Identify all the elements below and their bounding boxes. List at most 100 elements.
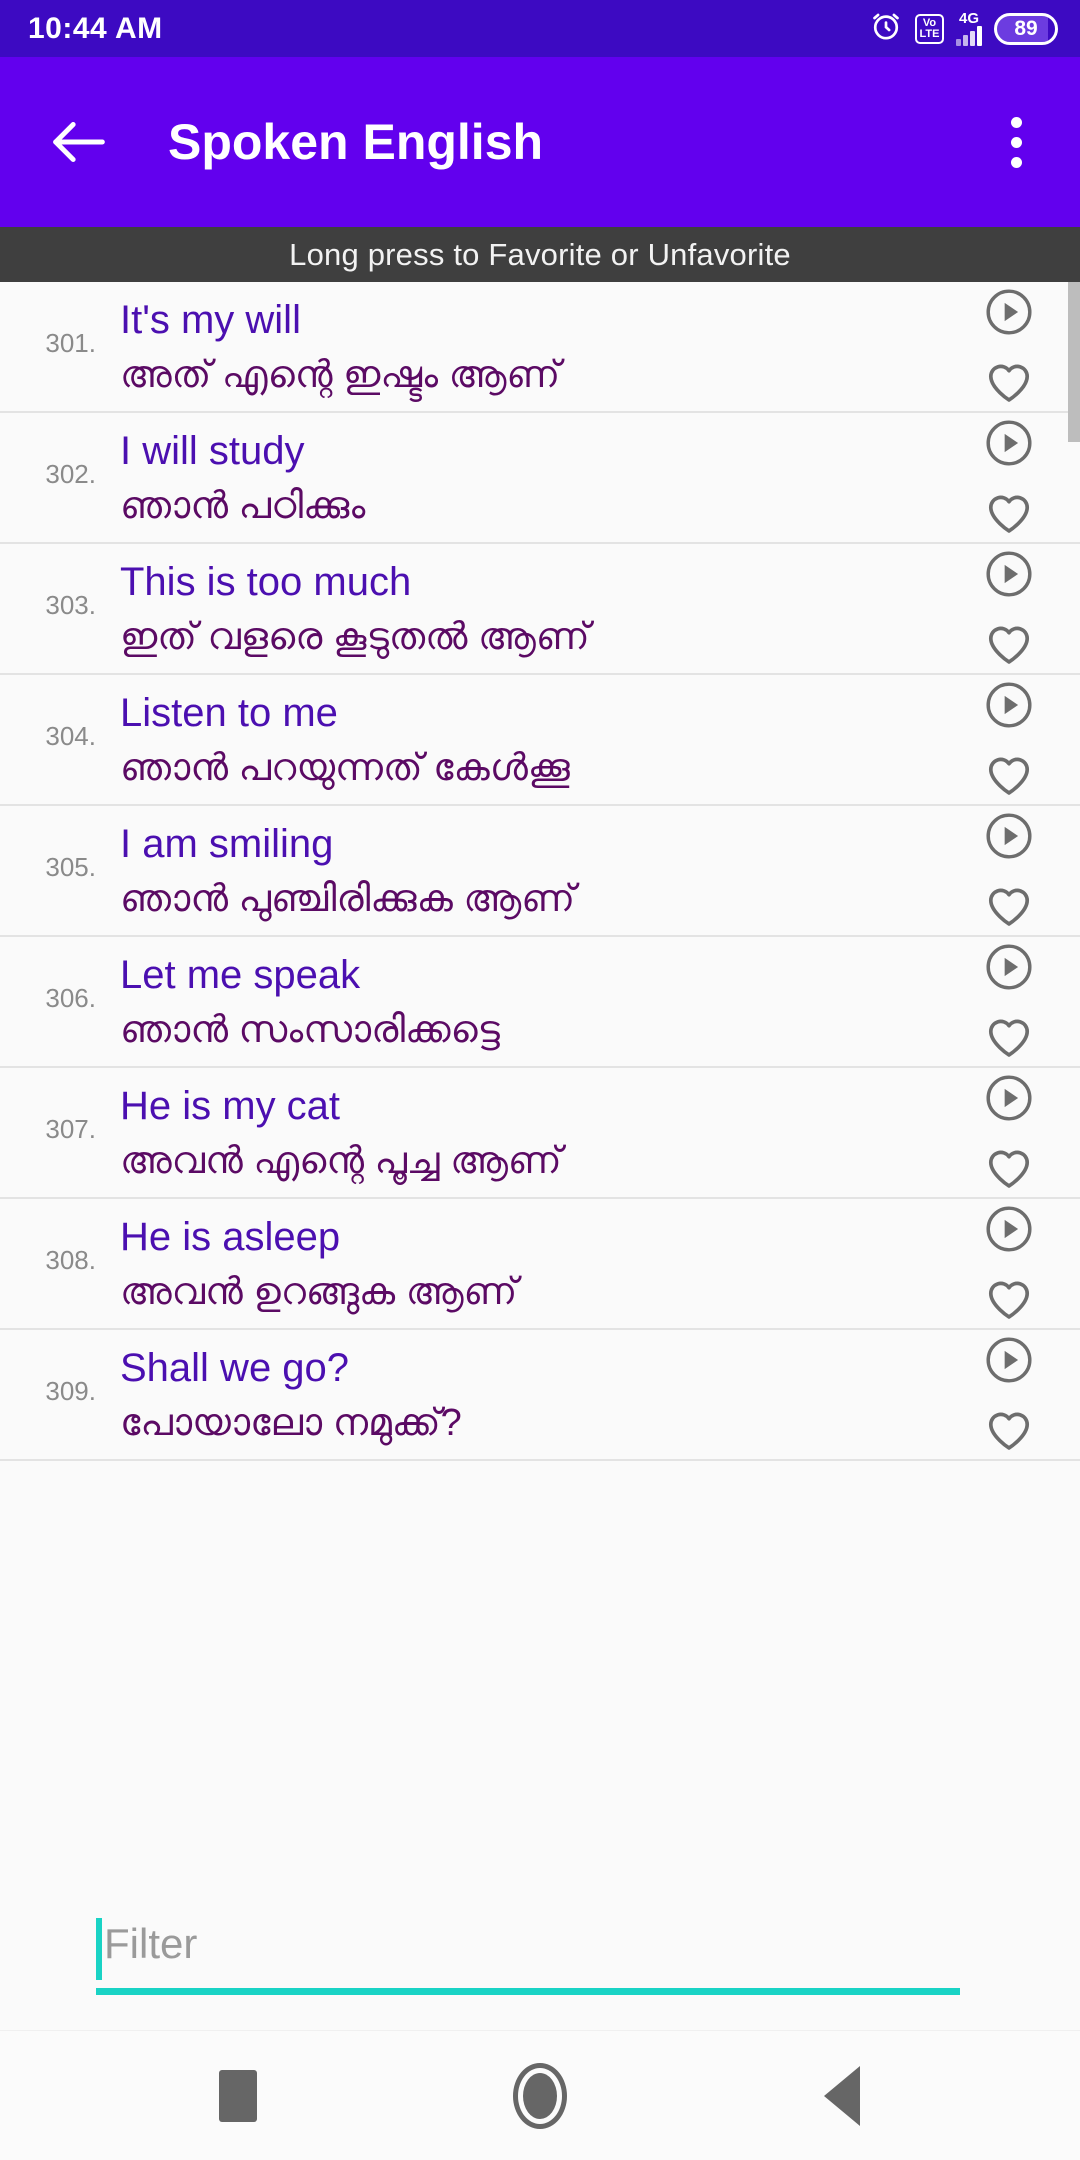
filter-area: Filter xyxy=(0,1880,1080,2030)
row-english: He is my cat xyxy=(120,1083,341,1128)
battery-icon: 89 xyxy=(994,12,1058,45)
row-malayalam: ഇത് വളരെ കൂടുതൽ ആണ് xyxy=(120,615,590,658)
row-english: Shall we go? xyxy=(120,1345,350,1390)
row-texts: He is asleep അവൻ ഉറങ്ങുക ആണ് xyxy=(96,1199,954,1328)
row-english: He is asleep xyxy=(120,1214,341,1259)
row-malayalam: അവൻ എന്റെ പൂച്ച ആണ് xyxy=(120,1139,562,1182)
row-texts: Let me speak ഞാൻ സംസാരിക്കട്ടെ xyxy=(96,937,954,1066)
row-malayalam: ഞാൻ പഠിക്കും xyxy=(120,484,366,527)
row-texts: Listen to me ഞാൻ പറയുന്നത് കേൾക്കൂ xyxy=(96,675,954,804)
row-english: This is too much xyxy=(120,559,412,604)
row-malayalam: ഞാൻ പുഞ്ചിരിക്കുക ആണ് xyxy=(120,877,576,920)
row-actions xyxy=(954,1068,1080,1197)
row-actions xyxy=(954,1199,1080,1328)
alarm-icon xyxy=(869,9,903,48)
row-texts: I am smiling ഞാൻ പുഞ്ചിരിക്കുക ആണ് xyxy=(96,806,954,935)
row-actions xyxy=(954,1330,1080,1459)
row-actions xyxy=(954,282,1080,411)
row-number: 307. xyxy=(45,1114,96,1144)
row-malayalam: ഞാൻ സംസാരിക്കട്ടെ xyxy=(120,1008,500,1051)
play-circle-icon[interactable] xyxy=(983,1203,1035,1255)
row-actions xyxy=(954,544,1080,673)
volte-bottom-label: LTE xyxy=(919,27,940,40)
list-scrollbar[interactable] xyxy=(1068,282,1080,442)
hint-bar: Long press to Favorite or Unfavorite xyxy=(0,227,1080,282)
recents-button[interactable] xyxy=(198,2056,278,2136)
phone-screen: 10:44 AM Vo LTE 4G 89 Spoken English Lon… xyxy=(0,0,1080,2160)
volte-icon: Vo LTE xyxy=(915,13,944,44)
heart-outline-icon[interactable] xyxy=(983,356,1035,408)
filter-underline xyxy=(96,1987,960,1995)
row-texts: He is my cat അവൻ എന്റെ പൂച്ച ആണ് xyxy=(96,1068,954,1197)
table-row[interactable]: 308. He is asleep അവൻ ഉറങ്ങുക ആണ് xyxy=(0,1199,1080,1330)
circle-icon xyxy=(513,2062,567,2129)
row-texts: I will study ഞാൻ പഠിക്കും xyxy=(96,413,954,542)
triangle-back-icon xyxy=(824,2065,860,2126)
row-actions xyxy=(954,937,1080,1066)
back-arrow-icon[interactable] xyxy=(44,107,114,177)
table-row[interactable]: 303. This is too much ഇത് വളരെ കൂടുതൽ ആണ് xyxy=(0,544,1080,675)
android-nav-bar xyxy=(0,2030,1080,2160)
row-texts: It's my will അത് എന്റെ ഇഷ്ടം ആണ് xyxy=(96,282,954,411)
heart-outline-icon[interactable] xyxy=(983,1404,1035,1456)
signal-bars-icon xyxy=(956,24,982,46)
play-circle-icon[interactable] xyxy=(983,679,1035,731)
signal-icon: 4G xyxy=(956,11,982,46)
row-english: I will study xyxy=(120,428,305,473)
play-circle-icon[interactable] xyxy=(983,941,1035,993)
home-button[interactable] xyxy=(500,2056,580,2136)
play-circle-icon[interactable] xyxy=(983,286,1035,338)
back-button[interactable] xyxy=(802,2056,882,2136)
row-malayalam: ഞാൻ പറയുന്നത് കേൾക്കൂ xyxy=(120,746,570,789)
row-number: 303. xyxy=(45,590,96,620)
status-time: 10:44 AM xyxy=(28,11,163,45)
row-english: I am smiling xyxy=(120,821,334,866)
phrase-list[interactable]: 301. It's my will അത് എന്റെ ഇഷ്ടം ആണ് 302. I… xyxy=(0,282,1080,1880)
row-malayalam: പോയാലോ നമുക്ക്? xyxy=(120,1401,462,1444)
table-row[interactable]: 304. Listen to me ഞാൻ പറയുന്നത് കേൾക്കൂ xyxy=(0,675,1080,806)
row-number: 304. xyxy=(45,721,96,751)
heart-outline-icon[interactable] xyxy=(983,1142,1035,1194)
table-row[interactable]: 305. I am smiling ഞാൻ പുഞ്ചിരിക്കുക ആണ് xyxy=(0,806,1080,937)
table-row[interactable]: 302. I will study ഞാൻ പഠിക്കും xyxy=(0,413,1080,544)
row-malayalam: അവൻ ഉറങ്ങുക ആണ് xyxy=(120,1270,518,1313)
heart-outline-icon[interactable] xyxy=(983,1273,1035,1325)
play-circle-icon[interactable] xyxy=(983,810,1035,862)
table-row[interactable]: 307. He is my cat അവൻ എന്റെ പൂച്ച ആണ് xyxy=(0,1068,1080,1199)
row-number: 306. xyxy=(45,983,96,1013)
row-texts: This is too much ഇത് വളരെ കൂടുതൽ ആണ് xyxy=(96,544,954,673)
heart-outline-icon[interactable] xyxy=(983,880,1035,932)
app-bar: Spoken English xyxy=(0,57,1080,227)
filter-field[interactable]: Filter xyxy=(96,1916,960,1995)
play-circle-icon[interactable] xyxy=(983,1072,1035,1124)
row-malayalam: അത് എന്റെ ഇഷ്ടം ആണ് xyxy=(120,353,561,396)
heart-outline-icon[interactable] xyxy=(983,1011,1035,1063)
square-icon xyxy=(219,2069,257,2122)
text-caret xyxy=(96,1917,102,1980)
row-actions xyxy=(954,413,1080,542)
row-number: 305. xyxy=(45,852,96,882)
heart-outline-icon[interactable] xyxy=(983,618,1035,670)
heart-outline-icon[interactable] xyxy=(983,749,1035,801)
status-icons: Vo LTE 4G 89 xyxy=(869,9,1058,48)
more-options-icon[interactable] xyxy=(986,102,1046,182)
table-row[interactable]: 309. Shall we go? പോയാലോ നമുക്ക്? xyxy=(0,1330,1080,1461)
battery-level-label: 89 xyxy=(1014,16,1038,40)
row-english: It's my will xyxy=(120,297,301,342)
filter-input[interactable]: Filter xyxy=(96,1916,960,1988)
row-number: 309. xyxy=(45,1376,96,1406)
page-title: Spoken English xyxy=(168,114,544,170)
row-number: 301. xyxy=(45,328,96,358)
play-circle-icon[interactable] xyxy=(983,417,1035,469)
row-number: 302. xyxy=(45,459,96,489)
hint-bar-label: Long press to Favorite or Unfavorite xyxy=(289,236,791,272)
table-row[interactable]: 301. It's my will അത് എന്റെ ഇഷ്ടം ആണ് xyxy=(0,282,1080,413)
heart-outline-icon[interactable] xyxy=(983,487,1035,539)
row-english: Let me speak xyxy=(120,952,361,997)
play-circle-icon[interactable] xyxy=(983,548,1035,600)
volte-top-label: Vo xyxy=(922,16,937,29)
row-english: Listen to me xyxy=(120,690,338,735)
table-row[interactable]: 306. Let me speak ഞാൻ സംസാരിക്കട്ടെ xyxy=(0,937,1080,1068)
row-actions xyxy=(954,806,1080,935)
play-circle-icon[interactable] xyxy=(983,1334,1035,1386)
